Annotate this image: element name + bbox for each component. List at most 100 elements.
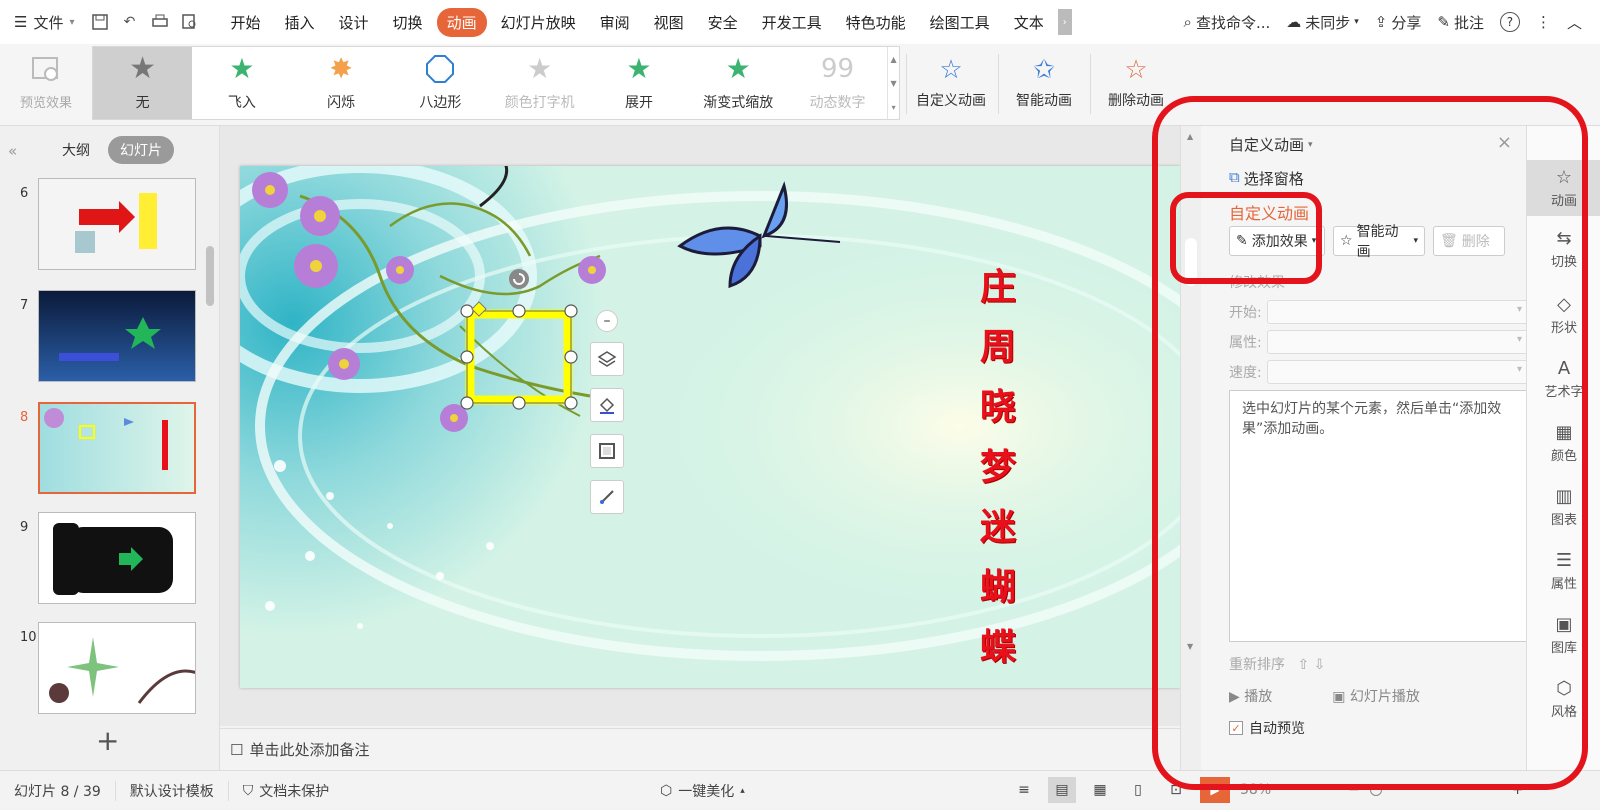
pane-title[interactable]: 自定义动画 ▾ xyxy=(1229,134,1313,155)
undo-icon[interactable]: ↶ xyxy=(121,13,139,31)
slide-thumbnail-row[interactable]: 9 xyxy=(14,512,204,604)
start-select[interactable] xyxy=(1267,300,1529,324)
share-button[interactable]: ⇪ 分享 xyxy=(1375,12,1422,33)
effect-fly-in[interactable]: ★ 飞入 xyxy=(192,47,291,119)
panel-scrollbar[interactable] xyxy=(206,246,214,306)
sidebar-item-gallery[interactable]: ▣ 图库 xyxy=(1527,614,1600,656)
property-select[interactable] xyxy=(1267,330,1529,354)
expand-gallery-icon[interactable]: ▾ xyxy=(892,103,896,112)
selection-pane-link[interactable]: ⧉ 选择窗格 xyxy=(1229,168,1304,189)
outline-icon[interactable] xyxy=(590,434,624,468)
search-command[interactable]: ⌕ 查找命令... xyxy=(1184,12,1271,33)
slide-thumbnail[interactable] xyxy=(38,178,196,270)
tab-view[interactable]: 视图 xyxy=(644,8,694,37)
slide-thumbnail-row[interactable]: 10 xyxy=(14,622,204,714)
one-click-beautify[interactable]: ⬡ 一键美化 ▴ xyxy=(660,781,745,801)
tab-review[interactable]: 审阅 xyxy=(590,8,640,37)
print-icon[interactable] xyxy=(151,13,169,31)
sidebar-item-wordart[interactable]: A 艺术字 xyxy=(1527,358,1600,400)
scroll-down-icon[interactable]: ▼ xyxy=(891,79,897,88)
add-slide-icon[interactable]: + xyxy=(96,724,119,757)
comment-button[interactable]: ✎ 批注 xyxy=(1437,12,1484,33)
slide-thumbnail[interactable] xyxy=(38,512,196,604)
tab-developer[interactable]: 开发工具 xyxy=(752,8,832,37)
notes-view-icon[interactable]: ≡ xyxy=(1010,777,1038,803)
pane-scrollbar[interactable]: ▲ ▼ xyxy=(1181,126,1201,770)
effect-flash[interactable]: ✸ 闪烁 xyxy=(292,47,391,119)
presenter-view-icon[interactable]: ⊡ xyxy=(1162,777,1190,803)
collapse-ribbon-icon[interactable]: ︿ xyxy=(1567,12,1582,33)
scroll-up-icon[interactable]: ▲ xyxy=(891,55,897,64)
effect-none[interactable]: ★ 无 xyxy=(93,47,193,119)
slide-thumbnail-current[interactable] xyxy=(38,402,196,494)
slide-thumbnail[interactable] xyxy=(38,290,196,382)
smart-animation-button[interactable]: ✩ 智能动画 xyxy=(1006,48,1082,118)
slide-thumbnail[interactable] xyxy=(38,622,196,714)
slide-canvas[interactable]: 庄 周 晓 梦 迷 蝴 蝶 xyxy=(240,166,1180,688)
tab-text[interactable]: 文本 xyxy=(1004,8,1054,37)
animation-list[interactable]: 选中幻灯片的某个元素，然后单击“添加效果”添加动画。 xyxy=(1229,390,1529,642)
more-icon[interactable]: ⋮ xyxy=(1536,13,1551,31)
minus-icon[interactable]: – xyxy=(596,310,618,332)
effect-color-typewriter[interactable]: ★ 颜色打字机 xyxy=(490,47,589,119)
tab-scroll-right-icon[interactable]: › xyxy=(1057,9,1072,35)
layers-icon[interactable] xyxy=(590,342,624,376)
collapse-panel-icon[interactable]: « xyxy=(8,142,17,160)
tab-drawing-tools[interactable]: 绘图工具 xyxy=(920,8,1000,37)
close-icon[interactable]: × xyxy=(1497,132,1512,153)
move-up-icon[interactable]: ⇧ xyxy=(1297,657,1309,673)
sidebar-item-chart[interactable]: ▥ 图表 xyxy=(1527,486,1600,528)
tab-slideshow[interactable]: 幻灯片放映 xyxy=(491,8,586,37)
sidebar-item-transition[interactable]: ⇆ 切换 xyxy=(1527,228,1600,270)
effect-dynamic-number[interactable]: 99 动态数字 xyxy=(788,47,887,119)
auto-preview-checkbox[interactable]: ✓ 自动预览 xyxy=(1229,718,1305,738)
tab-security[interactable]: 安全 xyxy=(698,8,748,37)
preview-effect-button[interactable]: 预览效果 xyxy=(10,48,82,118)
tab-insert[interactable]: 插入 xyxy=(275,8,325,37)
tab-home[interactable]: 开始 xyxy=(221,8,271,37)
slide-thumbnail-row[interactable]: 8 xyxy=(14,402,204,494)
tab-animation[interactable]: 动画 xyxy=(436,7,487,37)
sync-button[interactable]: ☁ 未同步 ▾ xyxy=(1286,12,1359,33)
design-template[interactable]: 默认设计模板 xyxy=(116,780,229,801)
scroll-down-icon[interactable]: ▼ xyxy=(1187,642,1193,651)
sidebar-item-color[interactable]: ▦ 颜色 xyxy=(1527,422,1600,464)
effect-expand[interactable]: ★ 展开 xyxy=(589,47,688,119)
tab-outline[interactable]: 大纲 xyxy=(50,136,102,164)
slide-thumbnail-row[interactable]: 6 xyxy=(14,178,204,270)
delete-effect-button[interactable]: 🗑 删除 xyxy=(1433,226,1505,256)
vertical-title-text[interactable]: 庄 周 晓 梦 迷 蝴 蝶 xyxy=(980,258,1016,670)
normal-view-icon[interactable]: ▤ xyxy=(1048,777,1076,803)
tab-slides[interactable]: 幻灯片 xyxy=(108,136,174,164)
speed-select[interactable] xyxy=(1267,360,1529,384)
sidebar-item-shape[interactable]: ◇ 形状 xyxy=(1527,294,1600,336)
zoom-out-icon[interactable]: − xyxy=(1348,782,1360,798)
zoom-level[interactable]: 38% xyxy=(1240,782,1288,798)
zoom-in-icon[interactable]: + xyxy=(1512,782,1524,798)
save-icon[interactable] xyxy=(91,13,109,31)
sidebar-item-property[interactable]: ☰ 属性 xyxy=(1527,550,1600,592)
gallery-scrollbar[interactable]: ▲ ▼ ▾ xyxy=(887,47,899,119)
sidebar-item-animation[interactable]: ☆ 动画 xyxy=(1527,160,1600,216)
custom-animation-button[interactable]: ☆ 自定义动画 xyxy=(912,48,990,118)
brush-icon[interactable] xyxy=(590,480,624,514)
zoom-slider-thumb[interactable] xyxy=(1369,784,1382,796)
slide-thumbnail-row[interactable]: 7 xyxy=(14,290,204,382)
effect-octagon[interactable]: 八边形 xyxy=(391,47,490,119)
reading-view-icon[interactable]: ▯ xyxy=(1124,777,1152,803)
slide-sorter-icon[interactable]: ▦ xyxy=(1086,777,1114,803)
add-effect-button[interactable]: ✎ 添加效果 ▾ xyxy=(1229,226,1325,256)
effect-gradual-zoom[interactable]: ★ 渐变式缩放 xyxy=(689,47,788,119)
play-button[interactable]: ▶ 播放 xyxy=(1229,686,1272,706)
file-menu-button[interactable]: ☰ 文件 ▾ xyxy=(14,12,75,33)
slideshow-button[interactable]: ▣ 幻灯片播放 xyxy=(1332,686,1420,706)
sidebar-item-style[interactable]: ⬡ 风格 xyxy=(1527,678,1600,720)
tab-design[interactable]: 设计 xyxy=(329,8,379,37)
notes-bar[interactable]: ☐ 单击此处添加备注 xyxy=(220,728,1180,770)
document-protection[interactable]: ⛉ 文档未保护 xyxy=(229,781,344,801)
tab-features[interactable]: 特色功能 xyxy=(836,8,916,37)
play-slideshow-icon[interactable]: ▶ xyxy=(1200,777,1230,803)
smart-animation-dropdown[interactable]: ☆ 智能动画 ▾ xyxy=(1333,224,1425,260)
help-icon[interactable]: ? xyxy=(1499,12,1520,32)
tab-transition[interactable]: 切换 xyxy=(383,8,433,37)
